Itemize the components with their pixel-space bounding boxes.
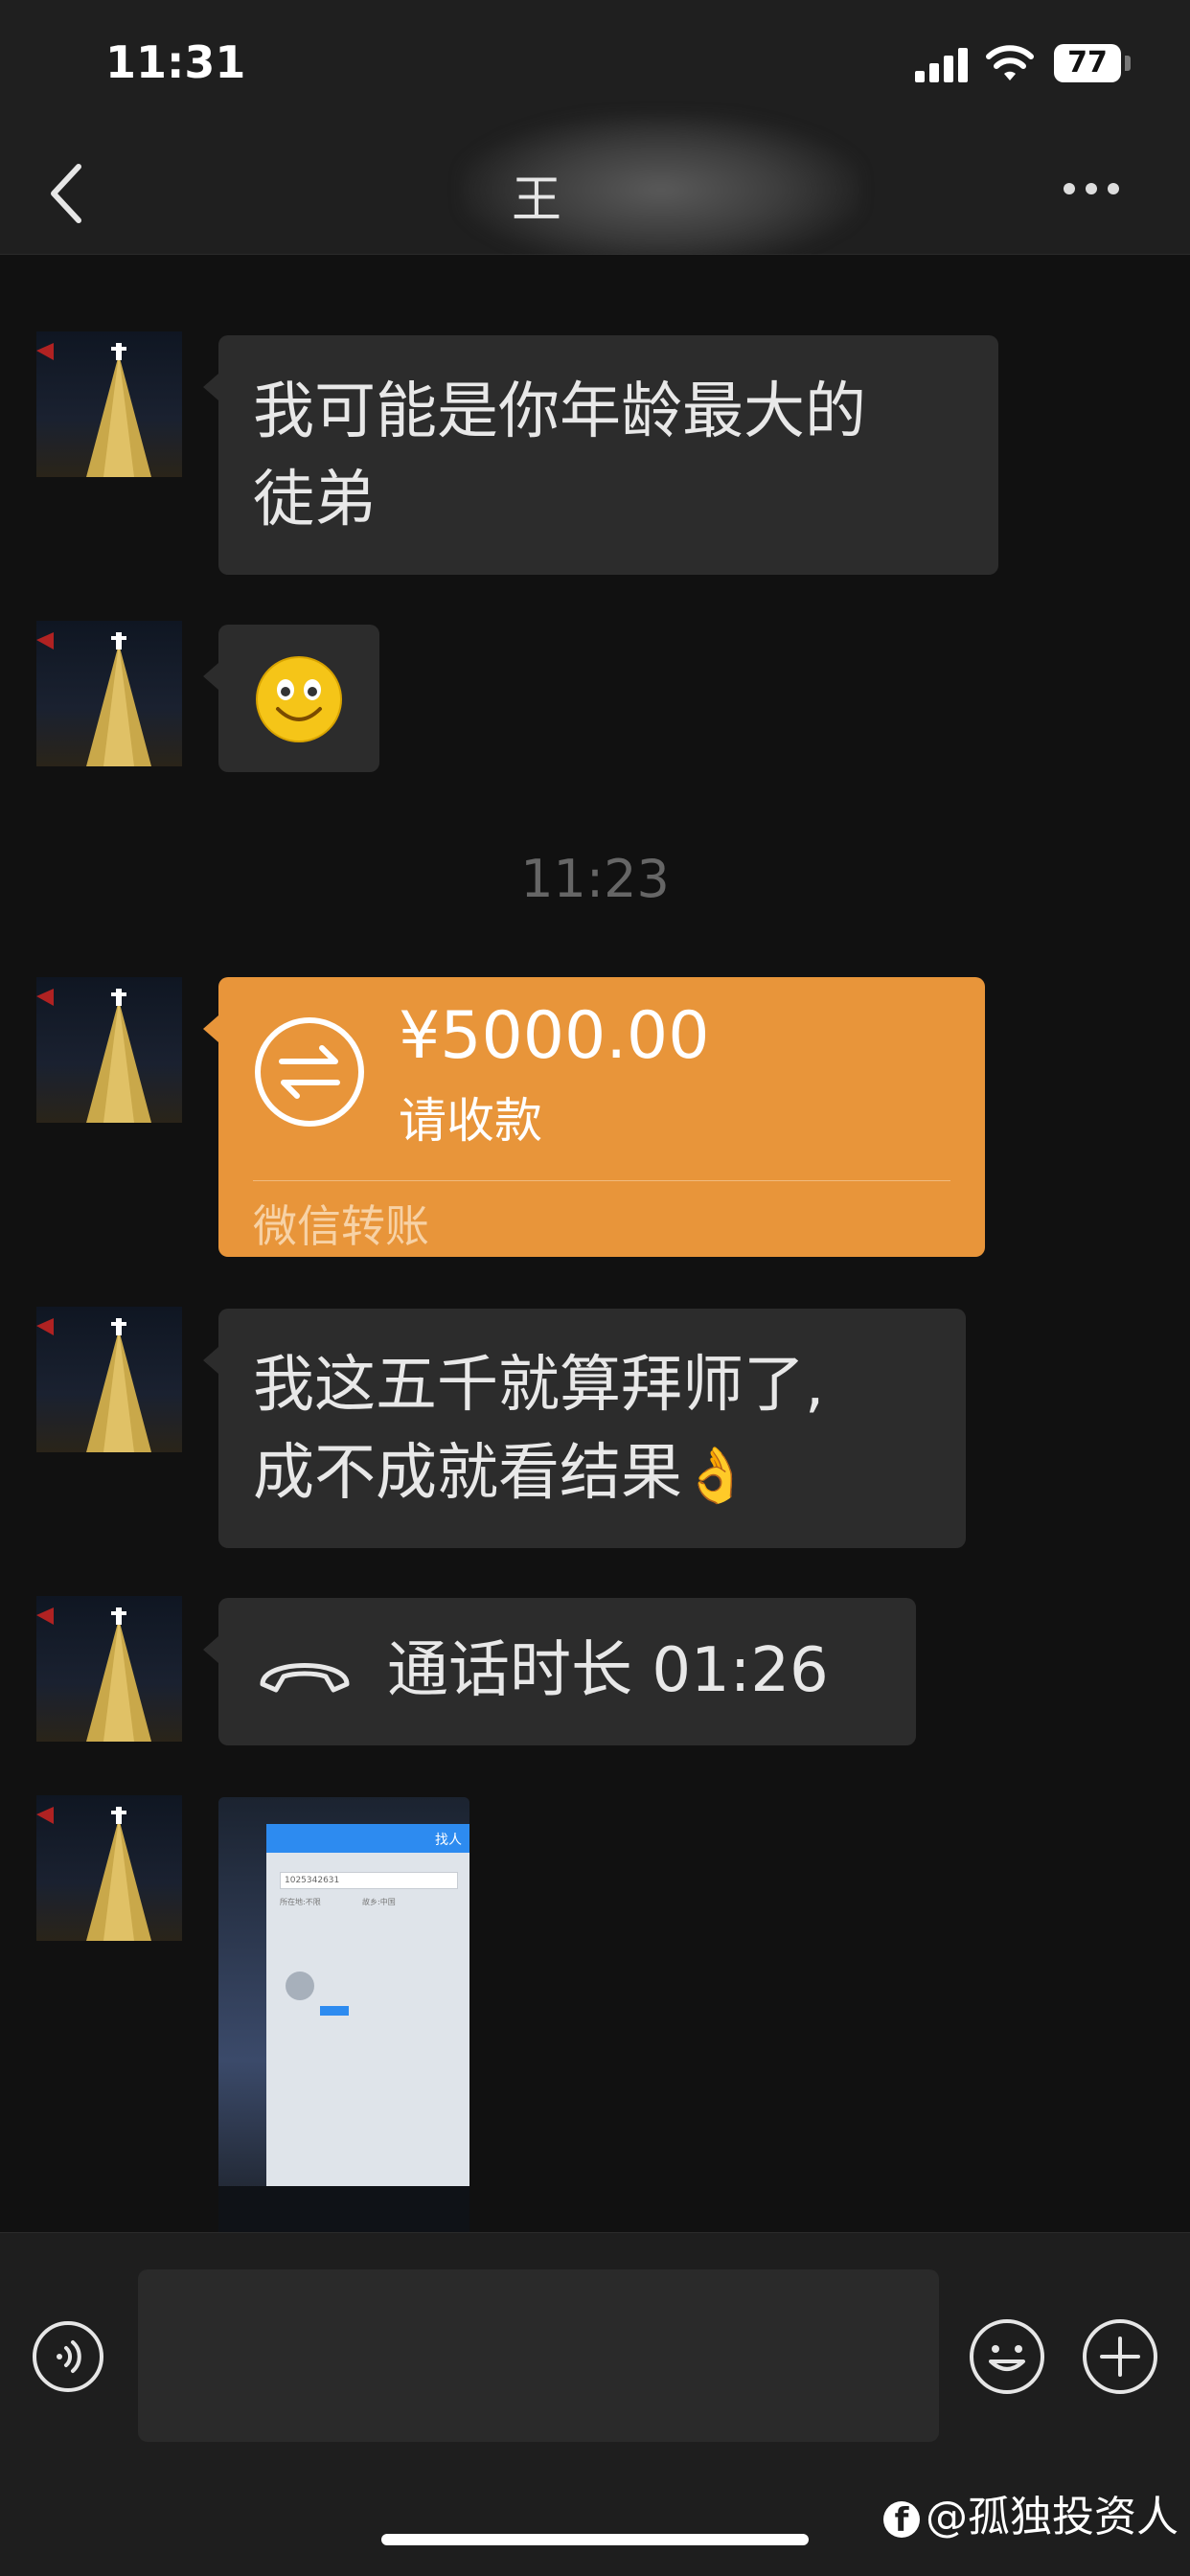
- message-text: 我可能是你年龄最大的: [253, 376, 866, 447]
- avatar[interactable]: [36, 977, 182, 1123]
- message-text: 成不成就看结果: [253, 1438, 682, 1509]
- message-bubble[interactable]: 我这五千就算拜师了, 成不成就看结果👌: [203, 1309, 966, 1548]
- message-bubble[interactable]: [203, 625, 379, 772]
- transfer-amount: ¥5000.00: [399, 998, 710, 1074]
- more-icon[interactable]: [1064, 180, 1140, 209]
- status-time: 11:31: [105, 36, 246, 88]
- photo-screen-field: 1025342631: [280, 1872, 458, 1889]
- home-indicator[interactable]: [381, 2534, 809, 2545]
- photo-screen-row: 所在地:不限: [280, 1898, 321, 1906]
- message-bubble[interactable]: 我可能是你年龄最大的 徒弟: [203, 335, 998, 575]
- chat-title[interactable]: 王: [479, 159, 594, 231]
- plus-icon[interactable]: [1081, 2317, 1159, 2396]
- message-text: 我这五千就算拜师了,: [253, 1350, 825, 1421]
- avatar[interactable]: [36, 331, 182, 477]
- image-message[interactable]: 找人 1025342631 所在地:不限 故乡:中国: [218, 1797, 469, 2232]
- transfer-status: 请收款: [399, 1093, 542, 1149]
- chat-area[interactable]: 我可能是你年龄最大的 徒弟 11:23 ¥5000.00 请收款 微信转账 我这…: [0, 255, 1190, 2232]
- back-icon[interactable]: [38, 155, 96, 232]
- avatar[interactable]: [36, 1596, 182, 1742]
- signal-icon: [915, 48, 969, 82]
- voice-icon[interactable]: [31, 2319, 105, 2394]
- avatar[interactable]: [36, 1795, 182, 1941]
- battery-level: 77: [1054, 44, 1121, 82]
- transfer-label: 微信转账: [253, 1200, 429, 1252]
- call-duration: 通话时长 01:26: [387, 1635, 829, 1706]
- photo-screen-title: 找人: [435, 1833, 462, 1848]
- message-text: 徒弟: [253, 465, 376, 536]
- message-input[interactable]: [138, 2269, 939, 2442]
- photo-screen: 找人 1025342631 所在地:不限 故乡:中国: [266, 1824, 469, 2186]
- wifi-icon: [986, 45, 1034, 80]
- watermark: f @孤独投资人: [883, 2482, 1179, 2543]
- watermark-text: @孤独投资人: [926, 2493, 1179, 2542]
- photo-screen-row: 故乡:中国: [362, 1898, 396, 1906]
- facebook-logo-icon: f: [883, 2501, 920, 2540]
- emoji-icon[interactable]: [968, 2317, 1046, 2396]
- input-bar: f @孤独投资人: [0, 2232, 1190, 2576]
- ok-hand-emoji: 👌: [682, 1445, 749, 1507]
- call-record-bubble[interactable]: 通话时长 01:26: [203, 1598, 916, 1745]
- avatar[interactable]: [36, 1307, 182, 1452]
- battery-cap: [1125, 56, 1131, 71]
- transfer-divider: [253, 1180, 950, 1181]
- chat-header: 王: [0, 113, 1190, 266]
- avatar[interactable]: [36, 621, 182, 766]
- call-icon: [260, 1663, 350, 1693]
- smile-emoji-icon: [256, 656, 342, 742]
- timestamp: 11:23: [520, 849, 670, 909]
- transfer-icon: [255, 1017, 364, 1127]
- transfer-card[interactable]: ¥5000.00 请收款 微信转账: [203, 977, 985, 1257]
